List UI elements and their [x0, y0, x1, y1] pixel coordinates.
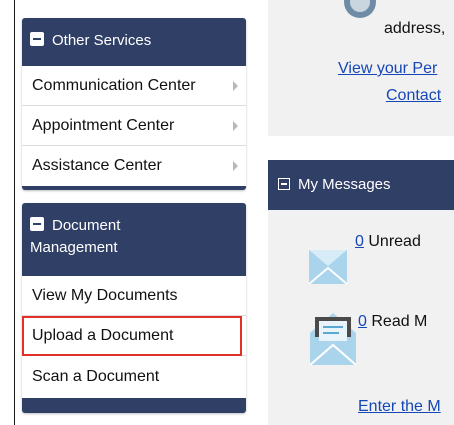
menu-item-scan-a-document[interactable]: Scan a Document [22, 356, 246, 398]
menu-item-label: Assistance Center [32, 157, 162, 174]
unread-messages: 0 Unread [355, 233, 421, 251]
menu-item-label: Appointment Center [32, 117, 175, 134]
menu-item-communication-center[interactable]: Communication Center [22, 66, 246, 106]
menu-item-label: Communication Center [32, 77, 196, 94]
menu-item-view-my-documents[interactable]: View My Documents [22, 276, 246, 316]
read-count-link[interactable]: 0 [358, 313, 367, 330]
chevron-right-icon [233, 80, 238, 91]
other-services-title: Other Services [52, 32, 152, 49]
chevron-right-icon [233, 161, 238, 171]
envelope-icon [308, 250, 348, 285]
menu-item-label: Scan a Document [32, 368, 160, 385]
upload-highlight-box [22, 316, 242, 356]
unread-count-link[interactable]: 0 [355, 233, 364, 250]
address-text: address, [384, 20, 446, 37]
messages-title: My Messages [298, 176, 391, 193]
menu-item-appointment-center[interactable]: Appointment Center [22, 106, 246, 146]
profile-badge-icon [344, 0, 376, 18]
contact-link[interactable]: Contact [386, 87, 441, 105]
collapse-box-icon[interactable] [278, 178, 290, 190]
read-messages: 0 Read M [358, 313, 427, 331]
menu-item-label: View My Documents [32, 287, 178, 304]
collapse-minus-icon[interactable] [30, 217, 44, 231]
view-profile-link[interactable]: View your Per [338, 60, 437, 78]
open-envelope-icon [310, 313, 356, 365]
document-management-title-line1: Document [52, 217, 121, 234]
collapse-minus-icon[interactable] [30, 32, 44, 46]
document-management-title-line2: Management [30, 239, 118, 256]
document-management-header[interactable]: Document Management [30, 215, 230, 259]
menu-item-assistance-center[interactable]: Assistance Center [22, 146, 246, 186]
page-border [14, 0, 15, 425]
enter-messages-link[interactable]: Enter the M [358, 398, 441, 416]
chevron-right-icon [233, 120, 238, 131]
unread-label: Unread [368, 233, 421, 250]
read-label: Read M [371, 313, 428, 330]
messages-header[interactable]: My Messages [268, 160, 454, 210]
other-services-header[interactable]: Other Services [30, 30, 151, 52]
